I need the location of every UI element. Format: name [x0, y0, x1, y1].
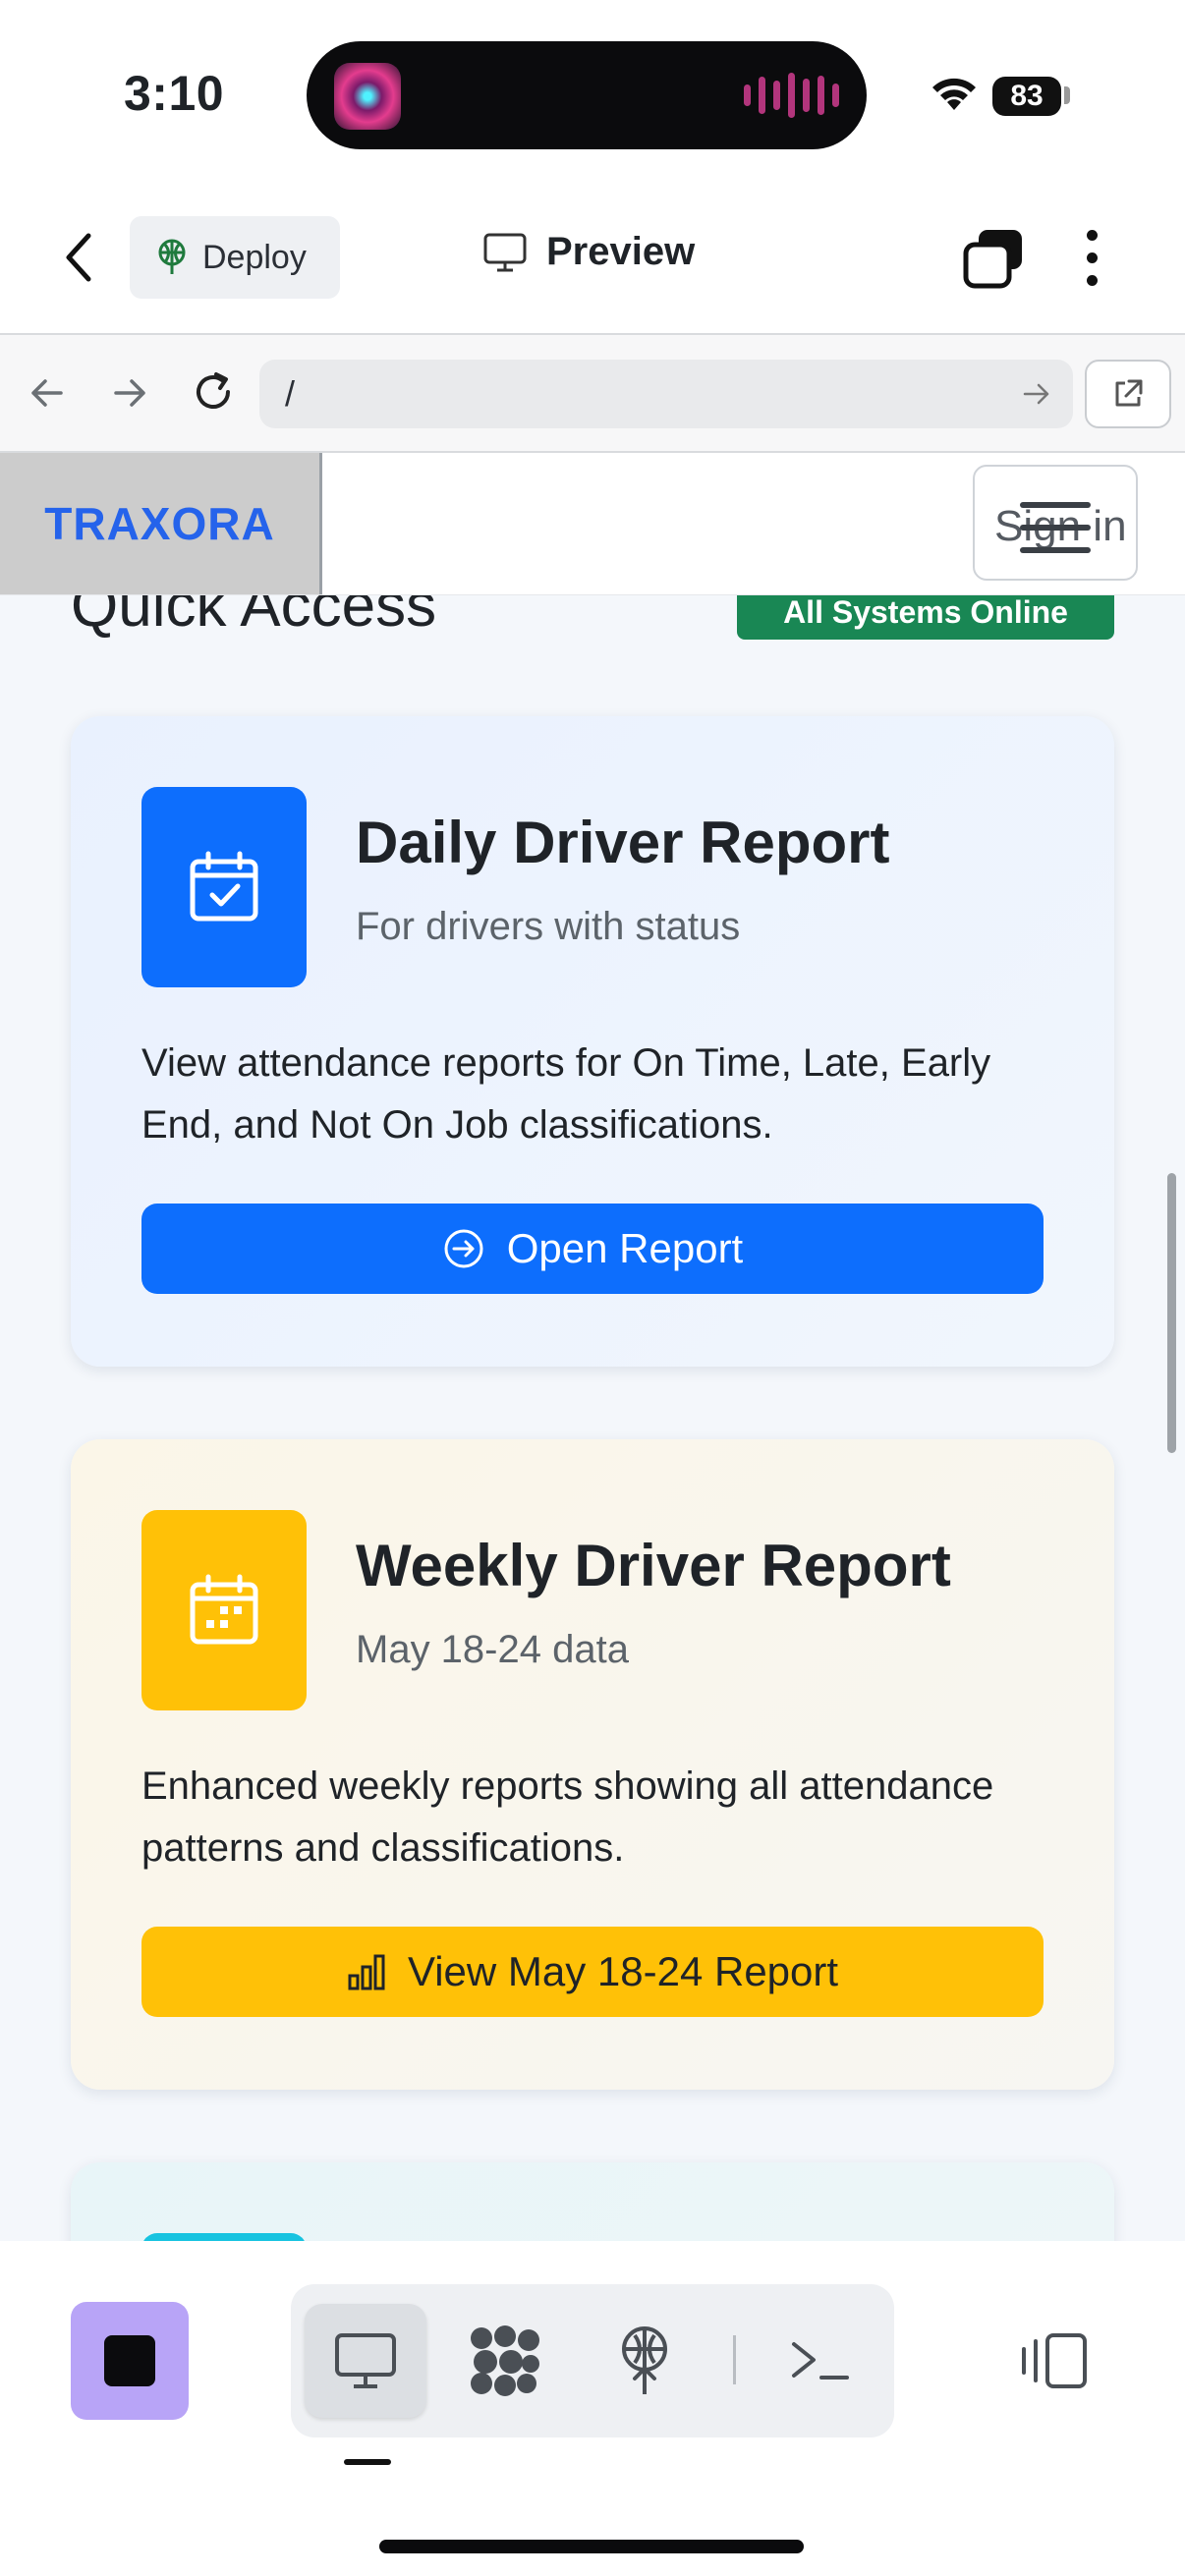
- audio-waveform-icon: [744, 73, 839, 118]
- status-time: 3:10: [124, 66, 225, 121]
- hamburger-icon: [1020, 502, 1091, 570]
- now-playing-artwork: [334, 63, 401, 130]
- card-subtitle: May 18-24 data: [356, 1628, 629, 1671]
- open-external-button[interactable]: [1085, 360, 1171, 428]
- battery-indicator: 83: [992, 77, 1061, 116]
- url-text: /: [285, 373, 296, 414]
- site-navbar: TRAXORA Sign in: [0, 453, 1185, 595]
- external-link-icon: [1115, 379, 1143, 407]
- url-input[interactable]: /: [259, 360, 1073, 428]
- card-subtitle: For drivers with status: [356, 905, 741, 948]
- calendar-week-icon: [141, 1510, 307, 1710]
- menu-toggle-button[interactable]: Sign in: [973, 465, 1138, 581]
- open-report-button[interactable]: Open Report: [141, 1204, 1044, 1294]
- tool-switcher: [291, 2284, 894, 2437]
- back-icon[interactable]: [61, 228, 96, 287]
- tabs-icon[interactable]: [963, 228, 1024, 289]
- open-report-label: Open Report: [506, 1225, 744, 1271]
- go-arrow-icon[interactable]: [1022, 382, 1051, 406]
- preview-tool-icon[interactable]: [305, 2304, 426, 2418]
- report-card: [71, 2162, 1114, 2241]
- card-description: Enhanced weekly reports showing all atte…: [141, 1764, 994, 1870]
- deploy-label: Deploy: [202, 238, 307, 276]
- calendar-check-icon: [141, 787, 307, 987]
- more-menu-icon[interactable]: [1085, 230, 1099, 287]
- view-weekly-report-label: View May 18-24 Report: [407, 1948, 839, 1994]
- daily-report-card: Daily Driver Report For drivers with sta…: [71, 716, 1114, 1367]
- wifi-icon: [932, 78, 976, 110]
- split-view-icon[interactable]: [1018, 2331, 1091, 2390]
- bar-chart-icon: [348, 1954, 385, 1990]
- selected-tab-indicator: [344, 2459, 391, 2465]
- card-title: Weekly Driver Report: [356, 1533, 951, 1598]
- bottom-toolbar: [0, 2241, 1185, 2576]
- home-indicator: [379, 2540, 804, 2553]
- battery-cap: [1064, 86, 1070, 104]
- preview-tab[interactable]: Preview: [483, 230, 695, 274]
- deploy-button[interactable]: Deploy: [130, 216, 340, 299]
- scrollbar[interactable]: [1167, 1173, 1176, 1453]
- dynamic-island: [307, 41, 867, 149]
- browser-back-icon[interactable]: [28, 373, 67, 413]
- shell-icon[interactable]: [759, 2304, 880, 2418]
- card-title: Daily Driver Report: [356, 810, 890, 875]
- toolbar-separator: [733, 2335, 736, 2384]
- view-weekly-report-button[interactable]: View May 18-24 Report: [141, 1927, 1044, 2017]
- weekly-report-card: Weekly Driver Report May 18-24 data Enha…: [71, 1439, 1114, 2090]
- page-title: Preview: [546, 230, 696, 273]
- web-preview: TRAXORA Sign in Quick Access All Systems…: [0, 453, 1185, 2241]
- card-icon: [141, 2233, 307, 2241]
- stop-button[interactable]: [71, 2302, 189, 2420]
- stop-icon: [104, 2335, 155, 2386]
- reload-icon[interactable]: [191, 369, 236, 415]
- site-logo[interactable]: TRAXORA: [0, 453, 322, 594]
- deploy-tool-icon[interactable]: [584, 2304, 705, 2418]
- arrow-circle-right-icon: [444, 1229, 483, 1268]
- deploy-icon: [158, 239, 186, 274]
- browser-forward-icon[interactable]: [110, 373, 149, 413]
- monitor-icon: [483, 233, 527, 271]
- agents-icon[interactable]: [444, 2304, 566, 2418]
- card-description: View attendance reports for On Time, Lat…: [141, 1041, 991, 1147]
